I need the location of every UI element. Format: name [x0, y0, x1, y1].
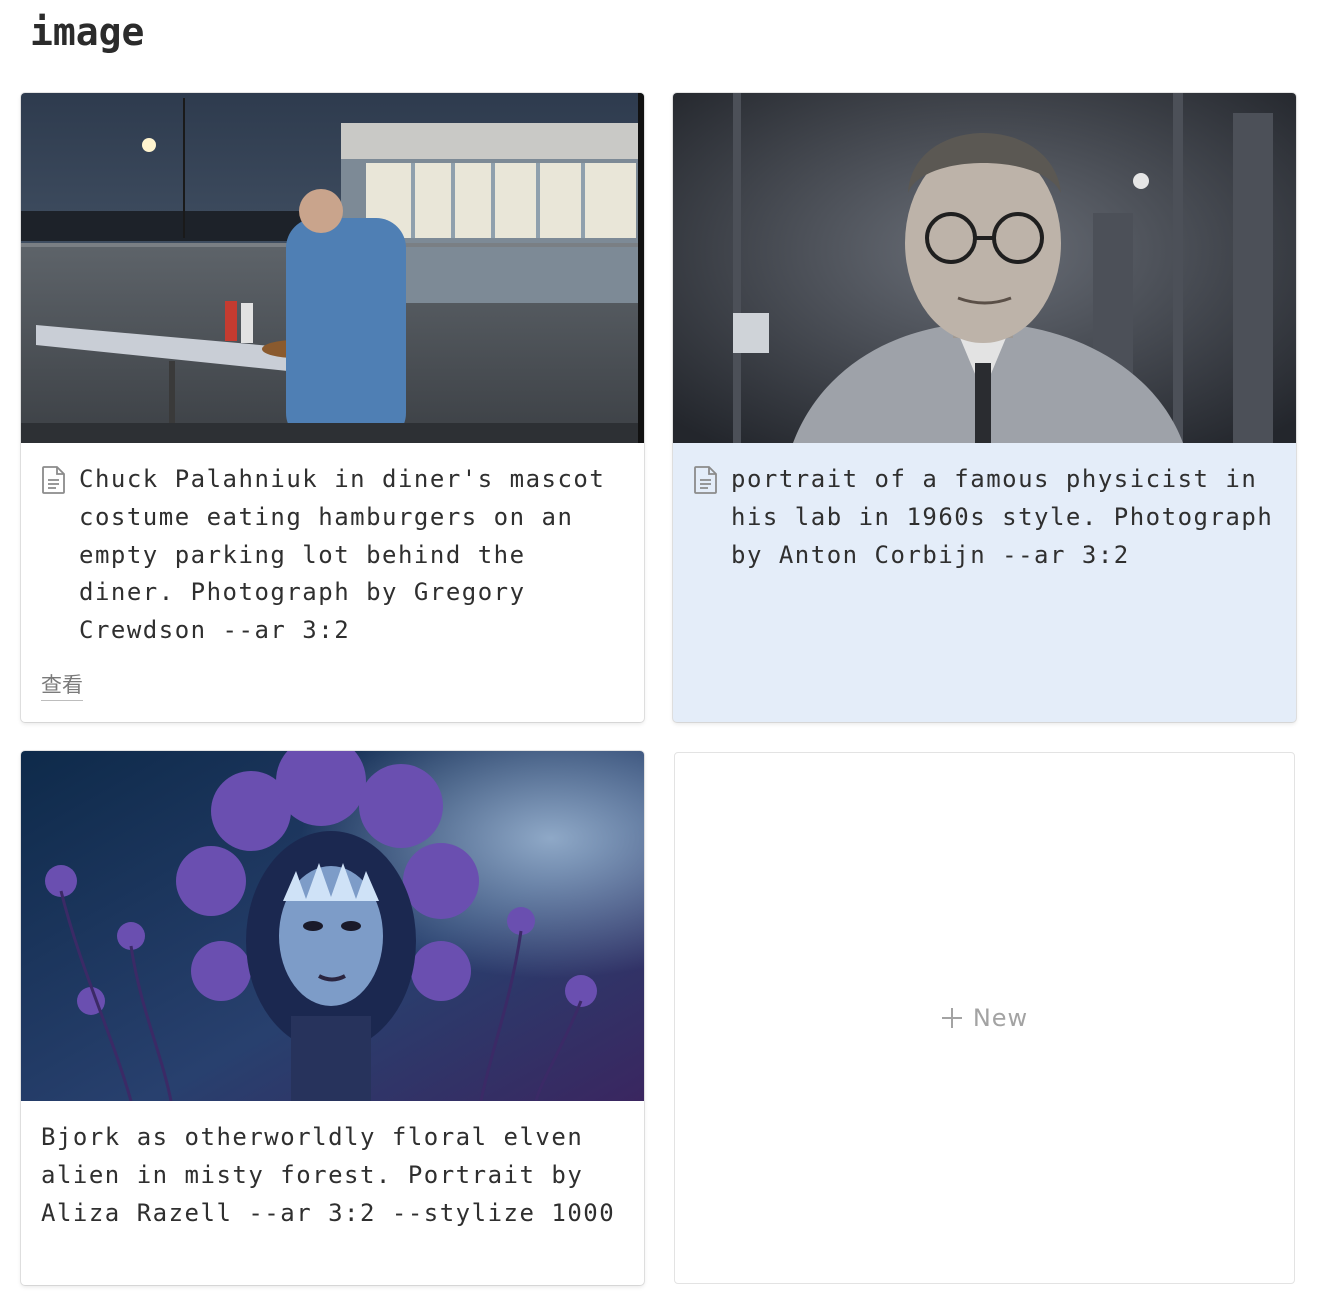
- card-cover-image: [673, 93, 1296, 443]
- page-doc-icon: [42, 466, 65, 494]
- new-card-button[interactable]: New: [674, 752, 1295, 1284]
- floral-portrait: [21, 751, 644, 1101]
- gallery-card-chuck[interactable]: Chuck Palahniuk in diner's mascot costum…: [21, 93, 644, 722]
- page-doc-icon: [694, 466, 717, 494]
- plus-icon: [941, 1008, 962, 1028]
- gallery-card-physicist[interactable]: portrait of a famous physicist in his la…: [673, 93, 1296, 722]
- diner-photo: [21, 93, 644, 443]
- view-link[interactable]: 查看: [41, 669, 83, 701]
- gallery-card-bjork[interactable]: Bjork as otherworldly floral elven alien…: [21, 751, 644, 1285]
- card-cover-image: [21, 93, 644, 443]
- new-button-label: New: [972, 1004, 1029, 1032]
- page-title: image: [30, 10, 145, 54]
- card-cover-image: [21, 751, 644, 1101]
- card-title: Chuck Palahniuk in diner's mascot costum…: [79, 465, 606, 645]
- physicist-photo: [673, 93, 1296, 443]
- card-title: portrait of a famous physicist in his la…: [731, 465, 1274, 569]
- card-title: Bjork as otherworldly floral elven alien…: [41, 1123, 616, 1227]
